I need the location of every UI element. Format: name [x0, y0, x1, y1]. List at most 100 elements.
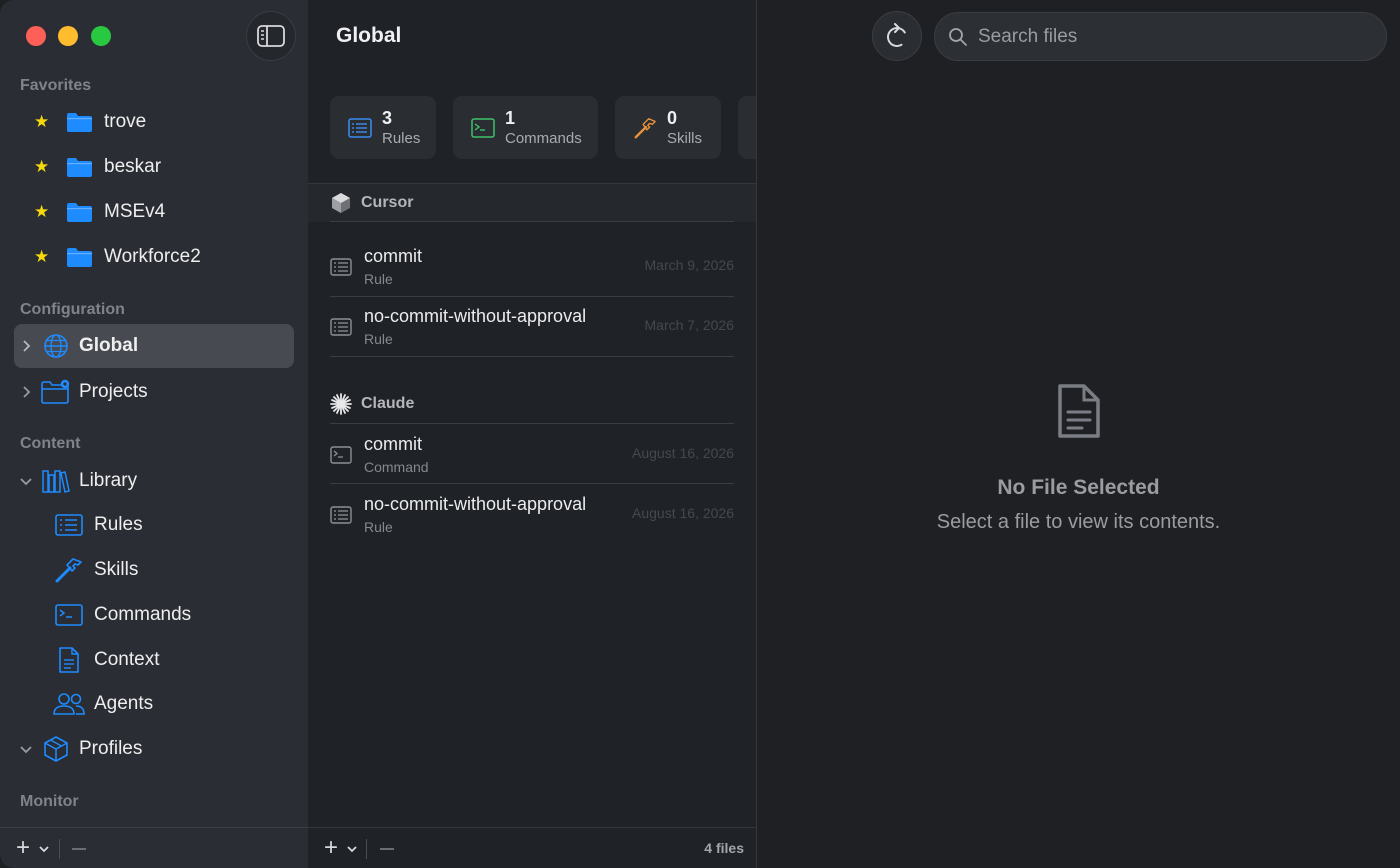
hammer-icon	[52, 555, 86, 585]
file-type: Rule	[364, 519, 393, 535]
minimize-window-button[interactable]	[58, 26, 78, 46]
empty-state-title: No File Selected	[997, 476, 1160, 499]
terminal-icon	[471, 116, 495, 140]
file-name: commit	[364, 434, 422, 454]
file-type: Rule	[364, 331, 393, 347]
divider	[330, 356, 734, 357]
sidebar-toggle-button[interactable]	[246, 11, 296, 61]
zoom-window-button[interactable]	[91, 26, 111, 46]
stat-card-skills[interactable]: 0 Skills	[615, 96, 721, 159]
folder-icon	[67, 248, 92, 267]
group-header-claude: Claude	[308, 385, 756, 423]
remove-button[interactable]	[72, 848, 86, 850]
file-row[interactable]: no-commit-without-approval Rule March 7,…	[330, 296, 734, 356]
sidebar-item-context[interactable]: Context	[52, 640, 159, 680]
people-icon	[52, 689, 86, 719]
star-icon: ★	[34, 202, 50, 221]
chevron-down-icon[interactable]	[14, 477, 38, 486]
sidebar-icon	[257, 25, 285, 47]
divider	[59, 839, 60, 859]
globe-icon	[40, 331, 72, 361]
stat-label: Commands	[505, 129, 582, 147]
list-icon	[330, 506, 352, 524]
file-date: August 16, 2026	[632, 505, 734, 521]
sidebar-item-library[interactable]: Library	[14, 459, 294, 503]
file-name: no-commit-without-approval	[364, 306, 587, 326]
sidebar-item-label: Library	[79, 470, 138, 491]
folder-icon	[67, 113, 92, 132]
sidebar-item-global[interactable]: Global	[14, 324, 294, 368]
search-field[interactable]	[934, 12, 1387, 61]
sidebar-item-rules[interactable]: Rules	[52, 505, 143, 545]
chevron-right-icon[interactable]	[14, 339, 38, 353]
claude-logo-icon	[330, 393, 352, 415]
cursor-logo-icon	[330, 192, 352, 214]
sidebar: Favorites ★ trove ★ beskar ★ MSEv4 ★ Wor…	[0, 0, 308, 868]
document-icon	[1058, 384, 1100, 438]
favorite-label: beskar	[104, 156, 162, 177]
sidebar-item-projects[interactable]: Projects	[14, 370, 294, 414]
file-row[interactable]: commit Rule March 9, 2026	[330, 236, 734, 296]
sidebar-item-profiles[interactable]: Profiles	[14, 727, 294, 771]
star-icon: ★	[34, 112, 50, 131]
app-window: Favorites ★ trove ★ beskar ★ MSEv4 ★ Wor…	[0, 0, 1400, 868]
favorite-item-workforce2[interactable]: ★ Workforce2	[34, 240, 201, 274]
add-button[interactable]: +	[16, 834, 30, 862]
content-section-title: Content	[20, 435, 81, 452]
search-icon	[949, 27, 967, 46]
stat-card-commands[interactable]: 1 Commands	[453, 96, 598, 159]
divider	[366, 839, 367, 859]
file-date: March 7, 2026	[644, 317, 735, 333]
stat-label: Skills	[667, 129, 703, 147]
chevron-down-icon[interactable]	[14, 745, 38, 754]
group-header-cursor: Cursor	[308, 184, 756, 222]
file-row[interactable]: no-commit-without-approval Rule August 1…	[330, 484, 734, 544]
search-input[interactable]	[978, 25, 1358, 48]
folder-gear-icon	[40, 377, 72, 407]
sidebar-item-label: Projects	[79, 381, 148, 402]
add-file-button[interactable]: +	[324, 834, 338, 862]
stat-count: 0	[667, 107, 678, 128]
sidebar-item-commands[interactable]: Commands	[52, 595, 191, 635]
document-icon	[52, 645, 86, 675]
stat-count: 1	[505, 107, 516, 128]
sidebar-item-label: Skills	[94, 559, 139, 580]
detail-pane: No File Selected Select a file to view i…	[757, 0, 1400, 868]
sidebar-item-label: Global	[79, 335, 139, 356]
stat-card-rules[interactable]: 3 Rules	[330, 96, 436, 159]
file-name: commit	[364, 246, 422, 266]
favorite-item-trove[interactable]: ★ trove	[34, 105, 146, 139]
page-title: Global	[336, 24, 402, 47]
terminal-icon	[330, 446, 352, 464]
favorite-item-msev4[interactable]: ★ MSEv4	[34, 195, 165, 229]
chevron-down-icon[interactable]	[38, 845, 50, 853]
file-date: March 9, 2026	[644, 257, 735, 273]
sidebar-item-agents[interactable]: Agents	[52, 684, 153, 724]
divider	[330, 221, 734, 222]
sidebar-item-label: Rules	[94, 514, 143, 535]
file-type: Command	[364, 459, 429, 475]
favorites-section-title: Favorites	[20, 77, 92, 94]
remove-file-button[interactable]	[380, 848, 394, 850]
group-label: Claude	[361, 395, 415, 412]
cube-icon	[40, 734, 72, 764]
file-list-pane: Global 3 Rules 1 Commands 0 Skills Curso…	[308, 0, 768, 868]
favorite-label: Workforce2	[104, 246, 201, 267]
sidebar-item-skills[interactable]: Skills	[52, 550, 138, 590]
chevron-down-icon[interactable]	[346, 845, 358, 853]
file-row[interactable]: commit Command August 16, 2026	[330, 424, 734, 484]
favorite-label: trove	[104, 111, 147, 132]
terminal-icon	[52, 600, 86, 630]
folder-icon	[67, 158, 92, 177]
list-icon	[330, 318, 352, 336]
chevron-right-icon[interactable]	[14, 385, 38, 399]
monitor-section-title: Monitor	[20, 793, 79, 810]
sidebar-item-label: Commands	[94, 604, 192, 625]
close-window-button[interactable]	[26, 26, 46, 46]
favorite-item-beskar[interactable]: ★ beskar	[34, 150, 161, 184]
star-icon: ★	[34, 157, 50, 176]
refresh-icon	[887, 23, 906, 47]
sidebar-item-label: Profiles	[79, 738, 143, 759]
refresh-button[interactable]	[872, 11, 922, 61]
list-icon	[330, 258, 352, 276]
